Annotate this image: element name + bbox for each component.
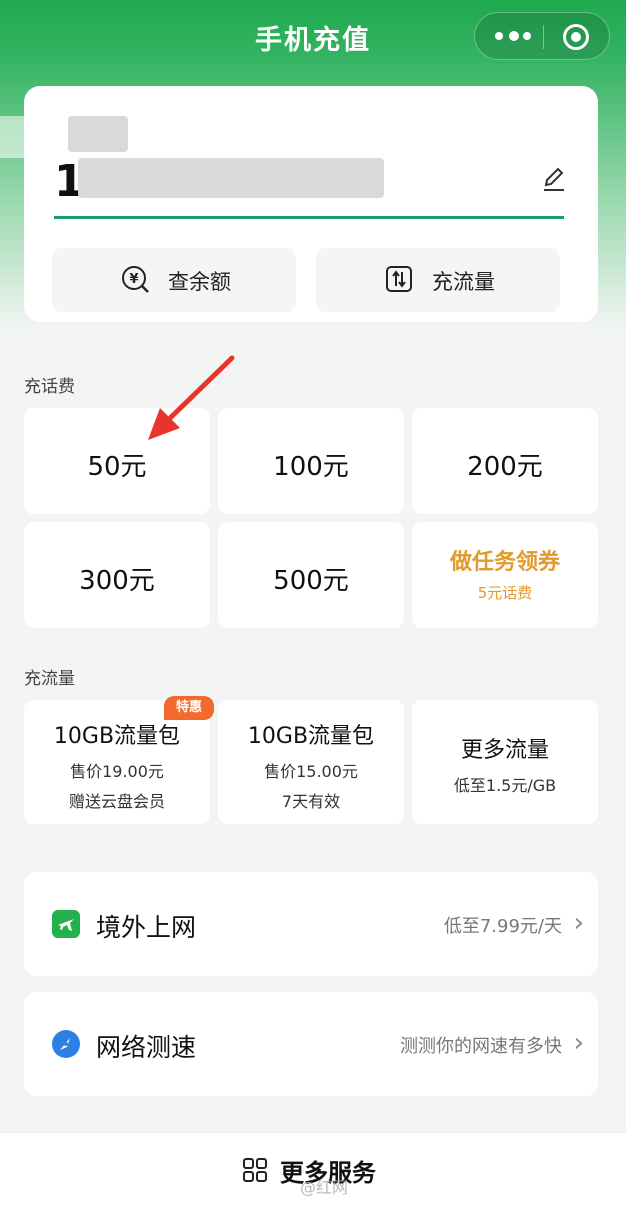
grid-icon: [243, 1158, 267, 1182]
mini-program-capsule: [474, 12, 610, 60]
amount-label: 500元: [273, 566, 349, 596]
service-label: 境外上网: [96, 913, 197, 942]
roaming-service-row[interactable]: 境外上网 低至7.99元/天 ›: [24, 872, 598, 976]
amount-label: 200元: [467, 452, 543, 482]
more-icon[interactable]: [495, 28, 531, 44]
plan-note: 赠送云盘会员: [68, 792, 165, 811]
plane-icon: [52, 910, 80, 938]
service-subtitle: 低至7.99元/天: [443, 916, 562, 937]
service-subtitle: 测测你的网速有多快: [400, 1036, 562, 1057]
plan-note: 7天有效: [281, 792, 341, 811]
nav-bar: 手机充值: [0, 0, 626, 76]
data-section-label: 充流量: [24, 669, 75, 689]
speed-test-row[interactable]: 网络测速 测测你的网速有多快 ›: [24, 992, 598, 1096]
task-coupon-tile[interactable]: 做任务领券 5元话费: [412, 522, 598, 628]
phone-input-underline: [54, 216, 564, 219]
check-balance-label: 查余额: [168, 270, 231, 294]
more-data-tile[interactable]: 更多流量 低至1.5元/GB: [412, 700, 598, 824]
edit-icon[interactable]: [538, 164, 568, 194]
chevron-right-icon: ›: [573, 1028, 584, 1058]
amount-tile-500[interactable]: 500元: [218, 522, 404, 628]
amount-tile-100[interactable]: 100元: [218, 408, 404, 514]
yuan-search-icon: ¥: [122, 266, 149, 293]
amount-tile-200[interactable]: 200元: [412, 408, 598, 514]
data-plan-tile[interactable]: 10GB流量包 售价15.00元 7天有效: [218, 700, 404, 824]
amount-label: 50元: [87, 452, 147, 482]
svg-text:¥: ¥: [129, 272, 138, 287]
close-icon[interactable]: [563, 24, 589, 50]
plan-price: 售价15.00元: [264, 762, 358, 781]
amount-label: 100元: [273, 452, 349, 482]
amount-label: 300元: [79, 566, 155, 596]
annotation-arrow-icon: [148, 355, 235, 440]
plan-title: 10GB流量包: [53, 724, 181, 749]
speed-icon: [52, 1030, 80, 1058]
plan-title: 更多流量: [460, 738, 549, 763]
blurred-phone-number[interactable]: [78, 158, 384, 198]
blurred-name: [68, 116, 128, 152]
data-transfer-icon: [386, 266, 412, 292]
check-balance-button[interactable]: ¥ 查余额: [52, 248, 296, 312]
special-offer-badge: 特惠: [164, 696, 214, 720]
plan-price: 售价19.00元: [70, 762, 164, 781]
plan-price: 低至1.5元/GB: [453, 776, 557, 795]
recharge-data-label: 充流量: [432, 270, 495, 294]
recharge-data-button[interactable]: 充流量: [316, 248, 560, 312]
chevron-right-icon: ›: [573, 908, 584, 938]
service-label: 网络测速: [96, 1033, 197, 1062]
task-title: 做任务领券: [449, 550, 560, 575]
amount-tile-300[interactable]: 300元: [24, 522, 210, 628]
phone-fee-section-label: 充话费: [24, 377, 75, 397]
watermark: @红网: [300, 1178, 349, 1197]
task-subtitle: 5元话费: [477, 584, 533, 602]
plan-title: 10GB流量包: [247, 724, 375, 749]
phone-card: 1 ¥ 查余额 充流量: [24, 86, 598, 322]
capsule-divider: [543, 25, 544, 49]
